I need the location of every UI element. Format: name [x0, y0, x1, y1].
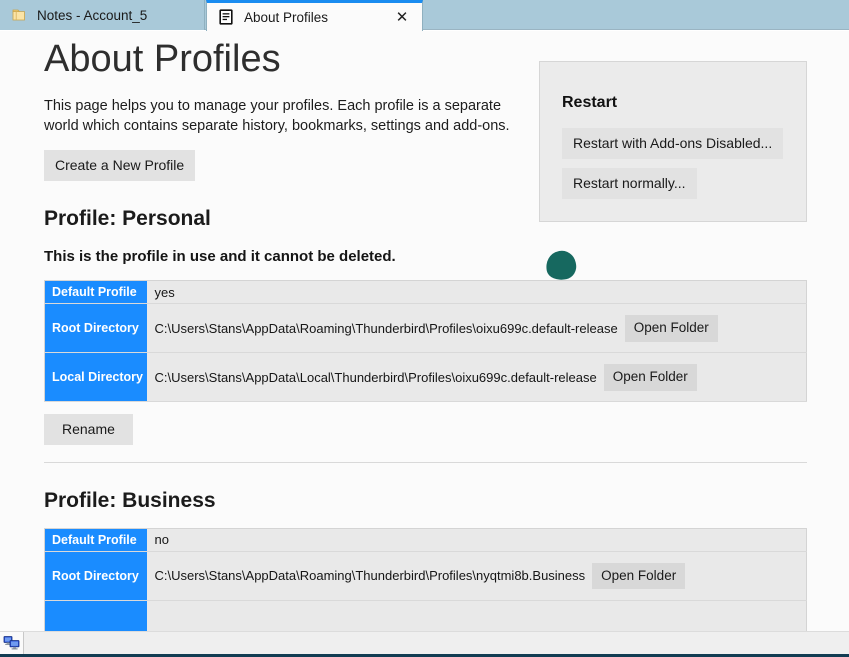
row-value-local-directory: C:\Users\Stans\AppData\Local\Thunderbird…: [146, 352, 807, 402]
profile-in-use-note: This is the profile in use and it cannot…: [44, 248, 396, 266]
row-value-root-directory: C:\Users\Stans\AppData\Roaming\Thunderbi…: [146, 551, 807, 601]
profile-table-personal: Default Profile yes Root Directory C:\Us…: [44, 280, 807, 403]
tab-about-profiles[interactable]: About Profiles ✕: [206, 0, 423, 31]
tab-label: Notes - Account_5: [37, 7, 148, 23]
tab-label: About Profiles: [244, 9, 329, 25]
profile-table-business: Default Profile no Root Directory C:\Use…: [44, 527, 807, 631]
close-icon[interactable]: ✕: [392, 7, 412, 27]
about-profiles-page: About Profiles This page helps you to ma…: [0, 31, 849, 631]
document-icon: [217, 8, 235, 26]
row-label-root-directory: Root Directory: [44, 551, 147, 601]
tab-notes-account-5[interactable]: Notes - Account_5: [0, 0, 205, 30]
row-label-local-directory: [44, 600, 147, 631]
create-a-new-profile-button[interactable]: Create a New Profile: [44, 150, 196, 182]
table-row: Local Directory C:\Users\Stans\AppData\L…: [44, 352, 807, 402]
page-content: About Profiles This page helps you to ma…: [0, 31, 849, 631]
tab-strip: Notes - Account_5 About Profiles ✕: [0, 0, 849, 31]
row-label-default-profile: Default Profile: [44, 280, 147, 304]
page-intro-text: This page helps you to manage your profi…: [44, 98, 510, 135]
row-label-root-directory: Root Directory: [44, 303, 147, 353]
restart-with-addons-disabled-button[interactable]: Restart with Add-ons Disabled...: [562, 128, 784, 159]
open-folder-button-local[interactable]: Open Folder: [603, 363, 697, 391]
row-label-default-profile: Default Profile: [44, 528, 147, 552]
local-directory-path: C:\Users\Stans\AppData\Local\Thunderbird…: [154, 369, 597, 385]
row-value-default-profile: yes: [146, 280, 807, 304]
table-row: Root Directory C:\Users\Stans\AppData\Ro…: [44, 551, 807, 601]
root-directory-path: C:\Users\Stans\AppData\Roaming\Thunderbi…: [154, 568, 586, 584]
root-directory-path: C:\Users\Stans\AppData\Roaming\Thunderbi…: [154, 320, 618, 336]
profile-heading-business: Profile: Business: [44, 488, 216, 512]
notes-icon: [10, 6, 28, 24]
restart-panel: Restart Restart with Add-ons Disabled...…: [539, 61, 807, 222]
section-divider: [44, 461, 807, 463]
restart-heading: Restart: [562, 94, 618, 111]
restart-normally-button[interactable]: Restart normally...: [562, 167, 697, 199]
network-computers-icon[interactable]: [0, 632, 24, 654]
table-row: Root Directory C:\Users\Stans\AppData\Ro…: [44, 303, 807, 353]
row-value-root-directory: C:\Users\Stans\AppData\Roaming\Thunderbi…: [146, 303, 807, 353]
open-folder-button-root[interactable]: Open Folder: [624, 314, 718, 342]
row-value-local-directory: [146, 600, 807, 631]
table-row: Default Profile yes: [44, 280, 807, 304]
rename-button[interactable]: Rename: [44, 414, 133, 445]
row-label-local-directory: Local Directory: [44, 352, 147, 402]
table-row: [44, 600, 807, 631]
table-row: Default Profile no: [44, 528, 807, 552]
row-value-default-profile: no: [146, 528, 807, 552]
open-folder-button-root[interactable]: Open Folder: [592, 562, 686, 590]
taskbar: [0, 631, 849, 657]
